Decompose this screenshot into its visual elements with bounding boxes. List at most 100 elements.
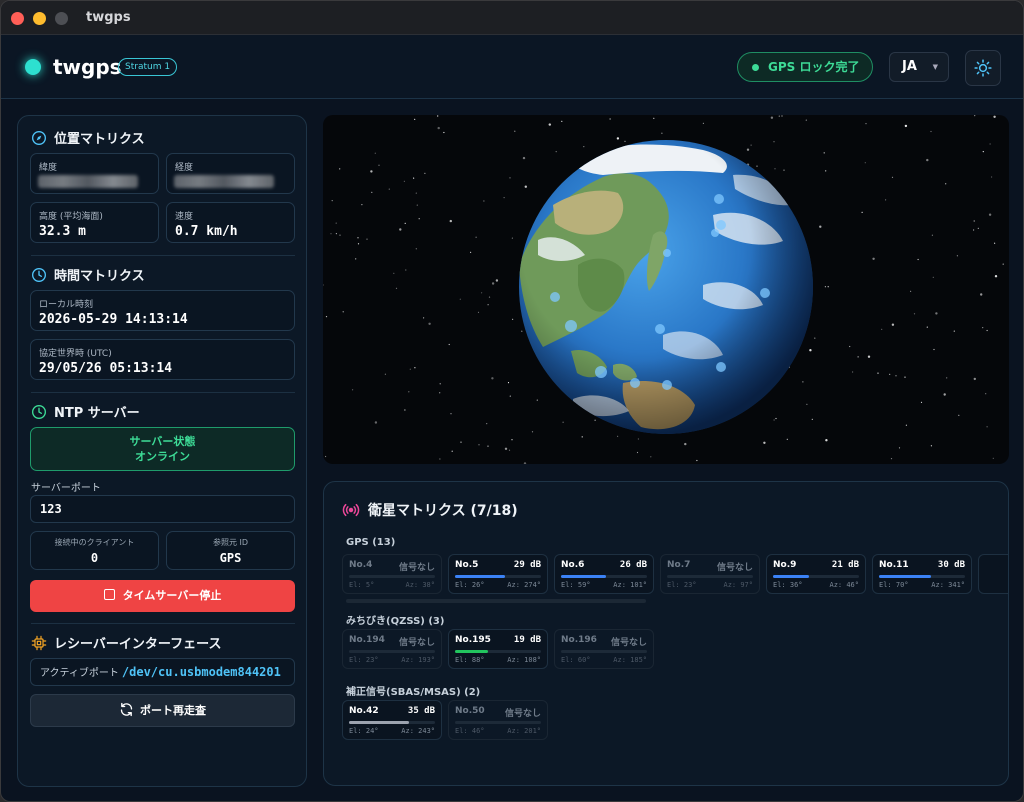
satellite-group-title: みちびき(QZSS) (3) xyxy=(346,616,445,627)
gps-lock-status: GPS ロック完了 xyxy=(737,52,873,82)
satellite-number: No.196 xyxy=(561,635,597,645)
satellite-group-title: GPS (13) xyxy=(346,537,396,548)
satellite-number: No.42 xyxy=(349,706,379,716)
satellite-group-title: 補正信号(SBAS/MSAS) (2) xyxy=(346,687,481,698)
speed-value: 0.7 km/h xyxy=(175,224,238,239)
satellite-title: 衛星マトリクス (7/18) xyxy=(342,500,518,520)
app-logo: twgps xyxy=(53,55,122,79)
signal-bar-fill xyxy=(455,575,505,578)
signal-bar-fill xyxy=(349,721,410,724)
signal-bar xyxy=(667,575,753,578)
connected-clients-box: 接続中のクライアント 0 xyxy=(30,531,159,570)
satellite-elevation: El: 23° xyxy=(667,581,697,589)
title-bar: twgps xyxy=(1,1,1023,35)
satellite-azimuth: Az: 193° xyxy=(401,656,435,664)
satellite-signal-db: 35 dB xyxy=(407,706,435,716)
longitude-label: 経度 xyxy=(175,163,194,173)
signal-bar xyxy=(561,650,647,653)
time-title-text: 時間マトリクス xyxy=(54,269,145,284)
active-port-path: /dev/cu.usbmodem844201 xyxy=(121,665,281,679)
reference-id-box: 参照元 ID GPS xyxy=(166,531,295,570)
satellite-elevation: El: 36° xyxy=(773,581,803,589)
satellite-card: No.9 21 dB El: 36° Az: 46° xyxy=(766,554,866,594)
satellite-title-text: 衛星マトリクス (7/18) xyxy=(368,503,518,519)
minimize-window-button[interactable] xyxy=(33,12,46,25)
connected-clients-value: 0 xyxy=(90,551,99,565)
satellite-card: No.50 信号なし El: 46° Az: 201° xyxy=(448,700,548,740)
satellite-signal-db: 30 dB xyxy=(937,560,965,570)
satellite-number: No.7 xyxy=(667,560,691,570)
globe-canvas[interactable] xyxy=(323,115,1009,464)
satellite-panel: 衛星マトリクス (7/18) GPS (13) No.4 信号なし El: 5° Az:… xyxy=(323,481,1009,786)
satellite-elevation: El: 23° xyxy=(349,656,379,664)
time-section-title: 時間マトリクス xyxy=(31,265,145,284)
server-status-value: オンライン xyxy=(135,450,190,463)
satellite-card: No.6 26 dB El: 59° Az: 101° xyxy=(554,554,654,594)
satellite-number: No.9 xyxy=(773,560,797,570)
window-title: twgps xyxy=(86,10,131,25)
stop-time-server-button[interactable]: タイムサーバー停止 xyxy=(30,580,295,612)
satellite-azimuth: Az: 243° xyxy=(401,727,435,735)
signal-bar xyxy=(561,575,647,578)
satellite-card: No.7 信号なし El: 23° Az: 97° xyxy=(660,554,760,594)
satellite-signal-db: 信号なし xyxy=(398,638,435,648)
clock-icon xyxy=(32,268,46,282)
signal-bar xyxy=(349,721,435,724)
local-time-box: ローカル時刻 2026-05-29 14:13:14 xyxy=(30,290,295,331)
rescan-ports-label: ポート再走査 xyxy=(140,704,206,717)
utc-time-label: 協定世界時 (UTC) xyxy=(39,349,112,359)
signal-bar xyxy=(773,575,859,578)
signal-broadcast-icon xyxy=(342,503,360,517)
satellite-signal-db: 19 dB xyxy=(513,635,541,645)
signal-bar xyxy=(879,575,965,578)
rescan-ports-button[interactable]: ポート再走査 xyxy=(30,694,295,727)
signal-bar-fill xyxy=(455,650,488,653)
altitude-label: 高度 (平均海面) xyxy=(39,212,103,222)
divider xyxy=(31,392,295,393)
signal-bar xyxy=(349,650,435,653)
satellite-elevation: El: 60° xyxy=(561,656,591,664)
close-window-button[interactable] xyxy=(11,12,24,25)
server-status-badge: サーバー状態 オンライン xyxy=(30,427,295,471)
satellite-number: No.6 xyxy=(561,560,585,570)
satellite-number: No.194 xyxy=(349,635,385,645)
signal-bar-fill xyxy=(773,575,810,578)
zoom-window-button[interactable] xyxy=(55,12,68,25)
ntp-title-text: NTP サーバー xyxy=(54,406,140,421)
theme-toggle-button[interactable] xyxy=(965,50,1001,86)
divider xyxy=(31,623,295,624)
active-port-field: アクティブポート/dev/cu.usbmodem844201 xyxy=(30,658,295,686)
language-select[interactable]: JA ▼ xyxy=(889,52,949,82)
local-time-value: 2026-05-29 14:13:14 xyxy=(39,312,188,327)
satellite-azimuth: Az: 274° xyxy=(507,581,541,589)
connected-clients-label: 接続中のクライアント xyxy=(54,538,135,547)
globe-view[interactable] xyxy=(323,115,1009,464)
stratum-badge: Stratum 1 xyxy=(118,58,178,76)
server-port-input[interactable]: 123 xyxy=(30,495,295,523)
sun-icon xyxy=(974,59,992,77)
satellite-card-overflow xyxy=(978,554,1008,594)
signal-bar xyxy=(455,650,541,653)
satellite-azimuth: Az: 38° xyxy=(405,581,435,589)
signal-bar-fill xyxy=(561,575,606,578)
satellite-number: No.4 xyxy=(349,560,373,570)
satellite-azimuth: Az: 101° xyxy=(613,581,647,589)
active-port-label: アクティブポート xyxy=(40,668,119,679)
receiver-title-text: レシーバーインターフェース xyxy=(54,637,222,652)
ntp-section-title: NTP サーバー xyxy=(31,402,140,421)
latitude-value-redacted xyxy=(38,175,138,188)
reference-id-value: GPS xyxy=(219,551,242,565)
horizontal-scrollbar[interactable] xyxy=(346,599,646,603)
satellite-signal-db: 21 dB xyxy=(831,560,859,570)
left-panel: 位置マトリクス 緯度 経度 高度 (平均海面) 32.3 m 速度 0.7 km… xyxy=(17,115,307,787)
satellite-signal-db: 信号なし xyxy=(504,709,541,719)
satellite-card: No.196 信号なし El: 60° Az: 185° xyxy=(554,629,654,669)
satellite-signal-db: 信号なし xyxy=(398,563,435,573)
stop-time-server-label: タイムサーバー停止 xyxy=(122,589,222,602)
chevron-down-icon: ▼ xyxy=(932,63,938,71)
server-status-label: サーバー状態 xyxy=(129,435,196,448)
altitude-value: 32.3 m xyxy=(39,224,86,239)
signal-bar xyxy=(455,575,541,578)
latitude-box: 緯度 xyxy=(30,153,159,194)
satellite-elevation: El: 70° xyxy=(879,581,909,589)
